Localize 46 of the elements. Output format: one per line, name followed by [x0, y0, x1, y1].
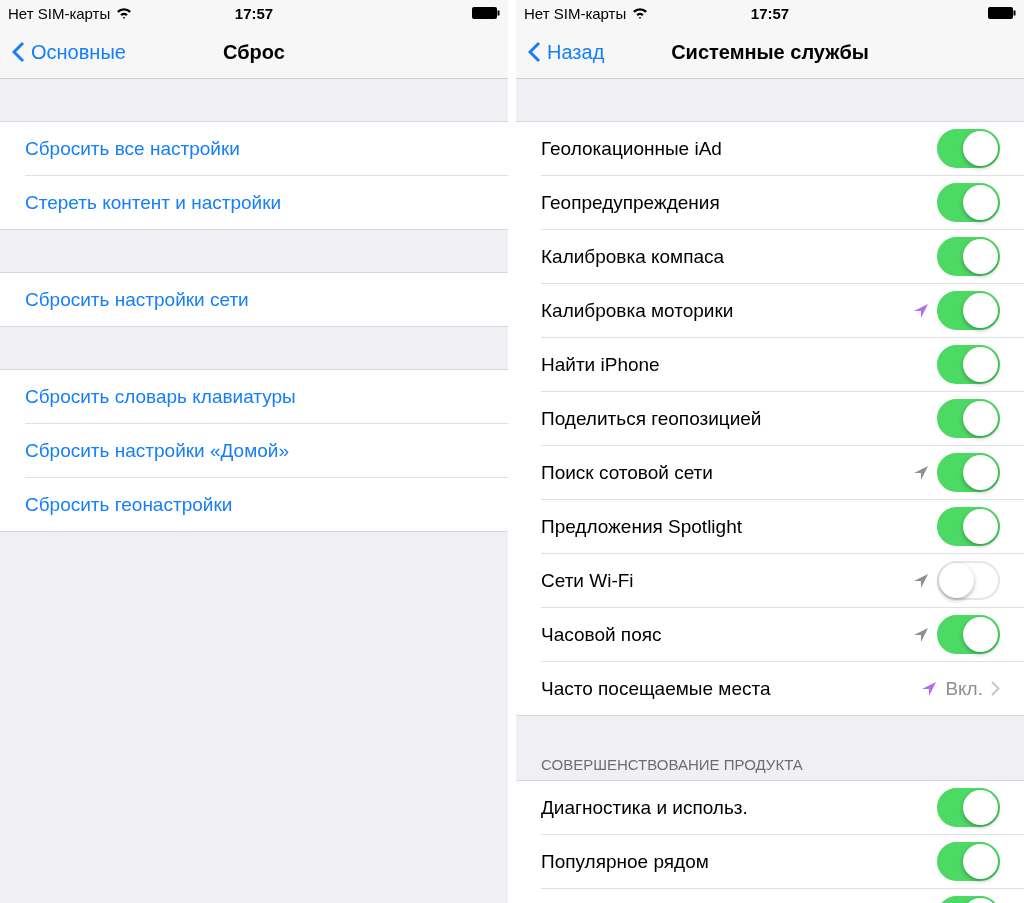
toggle-switch[interactable]: [937, 615, 1000, 654]
setting-label: Поиск сотовой сети: [541, 461, 714, 484]
carrier-label: Нет SIM-карты: [8, 4, 111, 22]
battery-icon: [988, 7, 1016, 19]
setting-label: Диагностика и использ.: [541, 796, 749, 819]
reset-option[interactable]: Стереть контент и настройки: [25, 191, 484, 214]
reset-option[interactable]: Сбросить все настройки: [25, 137, 484, 160]
back-button[interactable]: Назад: [528, 40, 605, 64]
toggle-switch[interactable]: [937, 129, 1000, 168]
status-time: 17:57: [234, 4, 274, 22]
setting-label: Сети Wi-Fi: [541, 569, 635, 592]
toggle-switch[interactable]: [937, 788, 1000, 827]
setting-label: Предложения Spotlight: [541, 515, 743, 538]
toggle-switch[interactable]: [937, 842, 1000, 881]
setting-label: Часовой пояс: [541, 623, 663, 646]
status-time: 17:57: [750, 4, 790, 22]
wifi-icon: [632, 7, 649, 19]
section-header: СОВЕРШЕНСТВОВАНИЕ ПРОДУКТА: [541, 756, 803, 773]
toggle-switch[interactable]: [937, 291, 1000, 330]
reset-option[interactable]: Сбросить настройки «Домой»: [25, 439, 484, 462]
setting-label: Поделиться геопозицией: [541, 407, 763, 430]
chevron-left-icon: [528, 41, 541, 63]
wifi-icon: [116, 7, 133, 19]
setting-label: Часто посещаемые места: [541, 677, 772, 700]
toggle-switch[interactable]: [937, 183, 1000, 222]
toggle-switch[interactable]: [937, 399, 1000, 438]
setting-label: Найти iPhone: [541, 353, 661, 376]
reset-option[interactable]: Сбросить словарь клавиатуры: [25, 385, 484, 408]
toggle-switch[interactable]: [937, 345, 1000, 384]
chevron-right-icon: [991, 681, 1000, 696]
setting-label: Калибровка моторики: [541, 299, 735, 322]
back-button[interactable]: Основные: [12, 40, 126, 64]
screen-title: Системные службы: [671, 40, 869, 64]
toggle-switch[interactable]: [937, 507, 1000, 546]
setting-value: Вкл.: [945, 677, 983, 700]
toggle-switch[interactable]: [937, 453, 1000, 492]
reset-option[interactable]: Сбросить геонастройки: [25, 493, 484, 516]
chevron-left-icon: [12, 41, 25, 63]
setting-label: Геолокационные iAd: [541, 137, 723, 160]
carrier-label: Нет SIM-карты: [524, 4, 627, 22]
battery-icon: [472, 7, 500, 19]
setting-label: Геопредупреждения: [541, 191, 721, 214]
toggle-switch[interactable]: [937, 237, 1000, 276]
setting-label: Популярное рядом: [541, 850, 710, 873]
screen-title: Сброс: [223, 40, 285, 64]
setting-label: Калибровка компаса: [541, 245, 726, 268]
